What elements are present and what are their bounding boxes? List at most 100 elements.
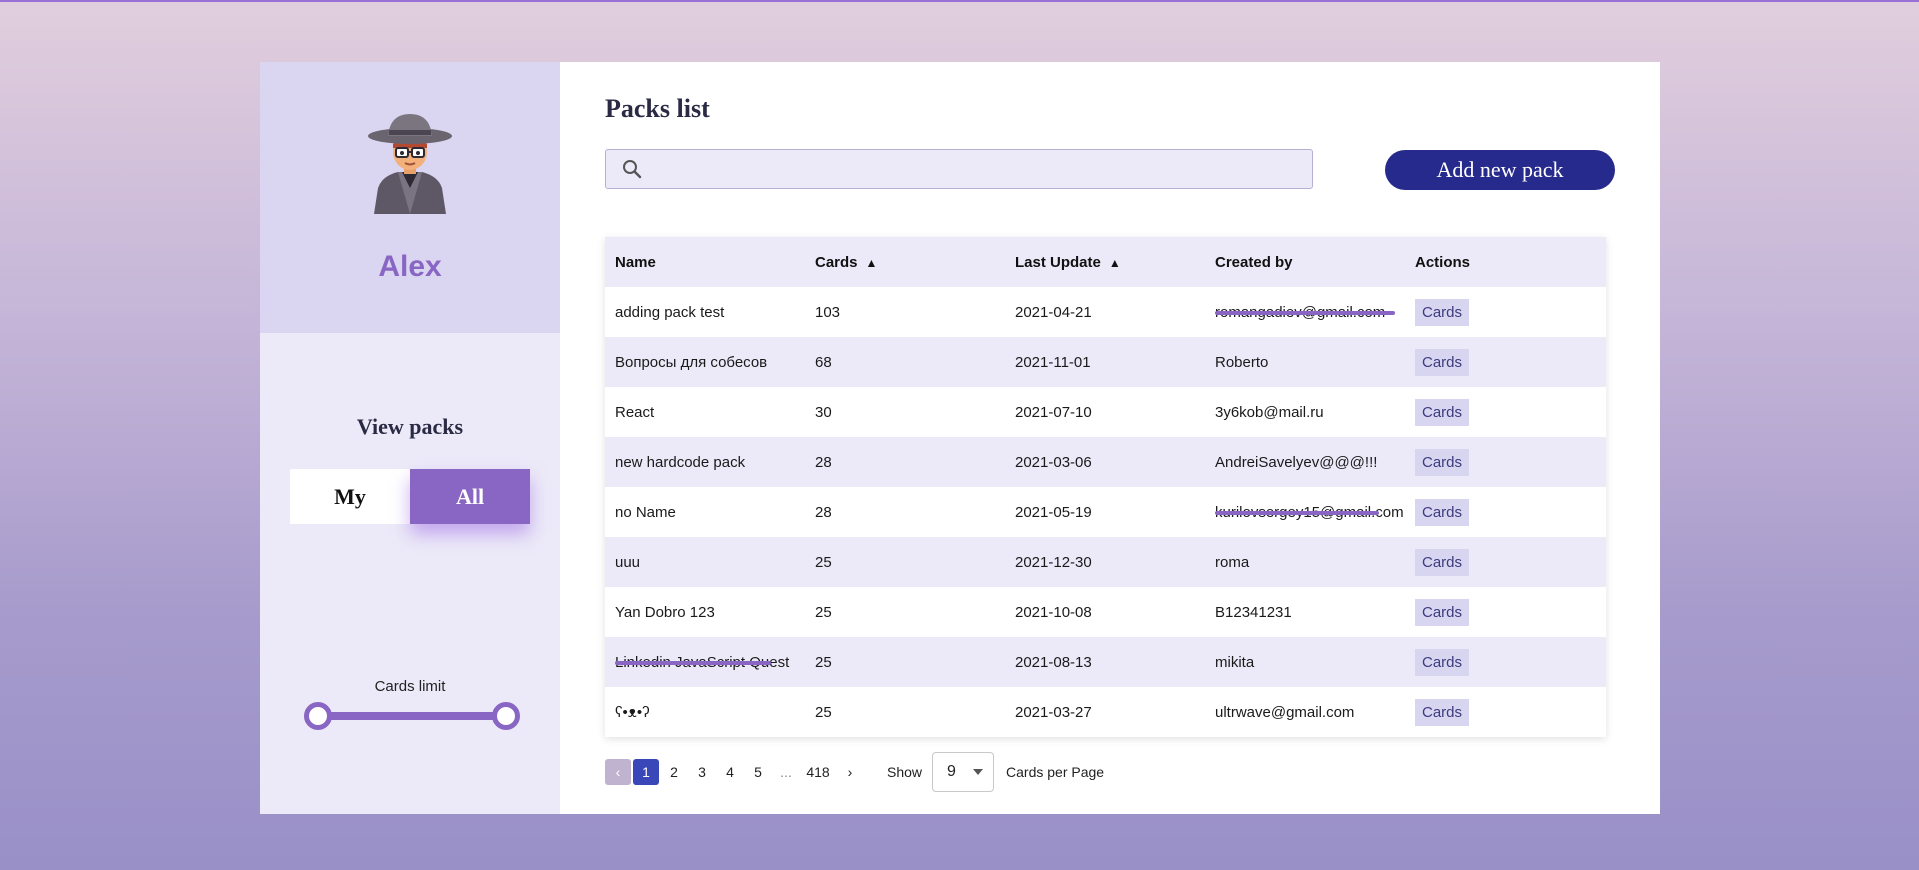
table-row: new hardcode pack 28 2021-03-06 AndreiSavel… xyxy=(605,437,1606,487)
table-row: React 30 2021-07-10 3y6kob@mail.ru Cards xyxy=(605,387,1606,437)
search-input[interactable] xyxy=(642,150,1312,188)
cell-last-update: 2021-11-01 xyxy=(1015,353,1091,371)
sidebar: Alex View packs My All Cards limit xyxy=(260,62,560,814)
header-cards[interactable]: Cards ▲ xyxy=(805,254,1005,271)
cell-cards: 25 xyxy=(815,603,832,621)
cell-last-update: 2021-10-08 xyxy=(1015,603,1092,621)
table-body: adding pack test 103 2021-04-21 romangadiev… xyxy=(605,287,1606,737)
app-card: Alex View packs My All Cards limit Packs… xyxy=(260,62,1660,814)
slider-track xyxy=(310,712,514,720)
cell-name: Вопросы для собесов xyxy=(615,353,768,371)
cell-name: new hardcode pack xyxy=(615,453,746,471)
next-page-button[interactable]: › xyxy=(837,759,863,785)
cell-created-by: ultrwave@gmail.com xyxy=(1215,703,1355,721)
cell-actions: Cards xyxy=(1405,398,1606,426)
cell-last-update: 2021-07-10 xyxy=(1015,403,1092,421)
per-page-select[interactable]: 9 xyxy=(932,752,995,792)
cell-last-update: 2021-03-27 xyxy=(1015,703,1092,721)
cell-actions: Cards xyxy=(1405,298,1606,326)
sort-up-icon: ▲ xyxy=(1108,255,1121,270)
prev-page-button[interactable]: ‹ xyxy=(605,759,631,785)
page-title: Packs list xyxy=(605,94,710,123)
page-button-4[interactable]: 4 xyxy=(717,759,743,785)
page-button-last[interactable]: 418 xyxy=(801,759,835,785)
my-packs-button[interactable]: My xyxy=(290,469,410,524)
per-page-label: Cards per Page xyxy=(1006,764,1105,780)
all-packs-button[interactable]: All xyxy=(410,469,530,524)
main-content: Packs list Add new pack Name Cards ▲ Last… xyxy=(560,62,1660,814)
cards-limit-slider[interactable] xyxy=(304,702,520,730)
cards-limit-label: Cards limit xyxy=(374,678,446,695)
cards-button[interactable]: Cards xyxy=(1415,648,1470,676)
cell-actions: Cards xyxy=(1405,448,1606,476)
page-button-2[interactable]: 2 xyxy=(661,759,687,785)
cell-name: no Name xyxy=(615,503,676,521)
cell-actions: Cards xyxy=(1405,698,1606,726)
cell-last-update: 2021-03-06 xyxy=(1015,453,1092,471)
sort-up-icon: ▲ xyxy=(865,255,878,270)
cards-button[interactable]: Cards xyxy=(1415,698,1470,726)
cards-button[interactable]: Cards xyxy=(1415,398,1470,426)
cell-name: adding pack test xyxy=(615,303,725,321)
cell-name: Yan Dobro 123 xyxy=(615,603,715,621)
avatar xyxy=(368,114,452,214)
cell-created-by: roma xyxy=(1215,553,1250,571)
cell-last-update: 2021-12-30 xyxy=(1015,553,1092,571)
cell-cards: 28 xyxy=(815,453,832,471)
per-page-value: 9 xyxy=(947,763,956,780)
table-row: Вопросы для собесов 68 2021-11-01 Roberto Ca… xyxy=(605,337,1606,387)
header-actions: Actions xyxy=(1415,253,1471,271)
text-underline xyxy=(1215,510,1379,515)
header-created-by: Created by xyxy=(1215,253,1293,271)
table-row: Linkedin JavaScript Quest 25 2021-08-13 mik… xyxy=(605,637,1606,687)
cell-cards: 25 xyxy=(815,703,832,721)
page-button-5[interactable]: 5 xyxy=(745,759,771,785)
view-packs-title: View packs xyxy=(356,414,464,439)
cell-name: ʕ•ᴥ•ʔ xyxy=(615,703,650,721)
cell-created-by: romangadiev@gmail.com xyxy=(1205,304,1405,321)
slider-min-thumb[interactable] xyxy=(304,702,332,730)
cell-actions: Cards xyxy=(1405,348,1606,376)
cell-created-by: 3y6kob@mail.ru xyxy=(1215,403,1324,421)
cards-button[interactable]: Cards xyxy=(1415,598,1470,626)
cell-name: Linkedin JavaScript Quest xyxy=(605,654,805,671)
table-header: Name Cards ▲ Last Update ▲ Created by Acti… xyxy=(605,237,1606,287)
table-row: adding pack test 103 2021-04-21 romangadiev… xyxy=(605,287,1606,337)
page-button-1[interactable]: 1 xyxy=(633,759,659,785)
cell-created-by: mikita xyxy=(1215,653,1255,671)
cell-actions: Cards xyxy=(1405,548,1606,576)
text-underline xyxy=(615,660,771,665)
user-name: Alex xyxy=(378,250,442,283)
cards-button[interactable]: Cards xyxy=(1415,498,1470,526)
table-row: ʕ•ᴥ•ʔ 25 2021-03-27 ultrwave@gmail.com Cards xyxy=(605,687,1606,737)
cell-created-by: kurilovsergey15@gmail.com xyxy=(1205,504,1405,521)
view-toggle: My All xyxy=(290,469,530,524)
search-box xyxy=(605,149,1313,189)
cell-cards: 28 xyxy=(815,503,832,521)
cell-last-update: 2021-04-21 xyxy=(1015,303,1092,321)
cell-actions: Cards xyxy=(1405,648,1606,676)
add-new-pack-button[interactable]: Add new pack xyxy=(1385,150,1615,190)
table-row: uuu 25 2021-12-30 roma Cards xyxy=(605,537,1606,587)
cell-name: uuu xyxy=(615,553,641,571)
cards-button[interactable]: Cards xyxy=(1415,548,1470,576)
cards-button[interactable]: Cards xyxy=(1415,448,1470,476)
table-row: no Name 28 2021-05-19 kurilovsergey15@gmail… xyxy=(605,487,1606,537)
profile-panel: Alex xyxy=(260,62,560,333)
slider-max-thumb[interactable] xyxy=(492,702,520,730)
header-last-update[interactable]: Last Update ▲ xyxy=(1005,254,1205,271)
header-name[interactable]: Name xyxy=(605,254,805,271)
page-button-3[interactable]: 3 xyxy=(689,759,715,785)
cell-cards: 25 xyxy=(815,553,832,571)
cards-button[interactable]: Cards xyxy=(1415,348,1470,376)
cell-name: React xyxy=(615,403,655,421)
text-underline xyxy=(1215,310,1395,315)
cell-last-update: 2021-08-13 xyxy=(1015,653,1092,671)
cards-button[interactable]: Cards xyxy=(1415,298,1470,326)
pagination-ellipsis: ... xyxy=(780,764,792,780)
cell-cards: 103 xyxy=(815,303,841,321)
cell-actions: Cards xyxy=(1405,598,1606,626)
cell-last-update: 2021-05-19 xyxy=(1015,503,1092,521)
cell-cards: 25 xyxy=(815,653,832,671)
show-label: Show xyxy=(887,764,923,780)
